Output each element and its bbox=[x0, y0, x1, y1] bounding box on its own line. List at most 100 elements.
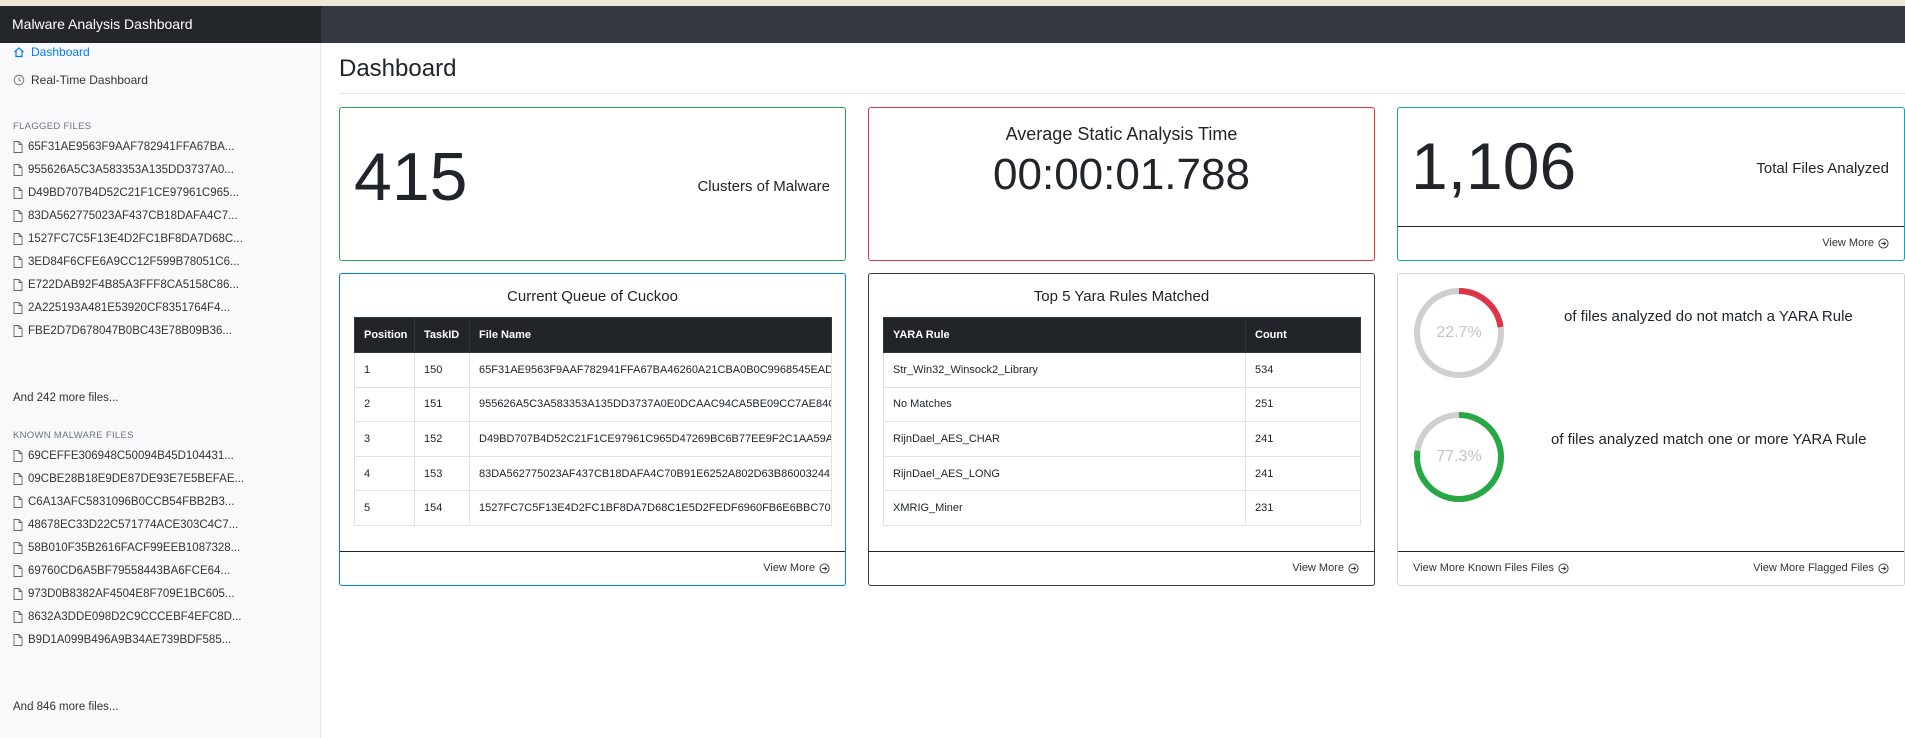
table-cell: 65F31AE9563F9AAF782941FFA67BA46260A21CBA… bbox=[469, 352, 832, 388]
file-icon bbox=[13, 588, 23, 600]
no-match-text: of files analyzed do not match a YARA Ru… bbox=[1564, 308, 1853, 325]
yara-header-row: YARA Rule Count bbox=[883, 317, 1361, 353]
match-text: of files analyzed match one or more YARA… bbox=[1551, 431, 1867, 448]
table-cell: 152 bbox=[414, 421, 470, 457]
table-cell: Str_Win32_Winsock2_Library bbox=[883, 352, 1246, 388]
avg-time-value: 00:00:01.788 bbox=[993, 150, 1250, 199]
yara-table: YARA Rule Count Str_Win32_Winsock2_Libra… bbox=[883, 317, 1361, 526]
cuckoo-queue-card: Current Queue of Cuckoo Position TaskID … bbox=[339, 273, 846, 586]
view-more-label: View More bbox=[763, 562, 815, 574]
column-header[interactable]: Position bbox=[354, 317, 415, 353]
file-name: 83DA562775023AF437CB18DAFA4C7... bbox=[28, 210, 238, 222]
column-header[interactable]: YARA Rule bbox=[883, 317, 1246, 353]
file-list-item[interactable]: E722DAB92F4B85A3FFF8CA5158C86... bbox=[13, 279, 239, 291]
arrow-circle-icon bbox=[819, 562, 830, 574]
page-title: Dashboard bbox=[339, 55, 457, 82]
table-row[interactable]: No Matches 251 bbox=[883, 386, 1361, 423]
table-cell: 2 bbox=[354, 386, 415, 423]
yara-view-more[interactable]: View More bbox=[1292, 562, 1359, 574]
flagged-more-link[interactable]: And 242 more files... bbox=[13, 392, 118, 404]
file-list-item[interactable]: 973D0B8382AF4504E8F709E1BC605... bbox=[13, 588, 235, 600]
file-icon bbox=[13, 519, 23, 531]
table-row[interactable]: 4 153 83DA562775023AF437CB18DAFA4C70B91E62… bbox=[354, 455, 832, 492]
no-match-percent: 22.7% bbox=[1436, 324, 1482, 341]
table-row[interactable]: 2 151 955626A5C3A583353A135DD3737A0E0DCAAC… bbox=[354, 386, 832, 423]
arrow-circle-icon bbox=[1878, 237, 1889, 249]
queue-view-more[interactable]: View More bbox=[763, 562, 830, 574]
clusters-label: Clusters of Malware bbox=[697, 178, 830, 195]
avg-time-card: Average Static Analysis Time 00:00:01.78… bbox=[868, 107, 1375, 261]
file-list-item[interactable]: 955626A5C3A583353A135DD3737A0... bbox=[13, 164, 234, 176]
file-name: 8632A3DDE098D2C9CCCEBF4EFC8D... bbox=[28, 611, 242, 623]
total-files-count: 1,106 bbox=[1411, 129, 1577, 203]
sidebar-item-label: Real-Time Dashboard bbox=[31, 73, 148, 87]
table-cell: 241 bbox=[1245, 421, 1361, 457]
file-name: C6A13AFC5831096B0CCB54FBB2B3... bbox=[28, 496, 235, 508]
table-cell: 151 bbox=[414, 386, 470, 423]
known-more-link[interactable]: And 846 more files... bbox=[13, 701, 118, 713]
queue-table: Position TaskID File Name 1 150 65F31AE956… bbox=[354, 317, 832, 526]
arrow-circle-icon bbox=[1348, 562, 1359, 574]
file-list-item[interactable]: 69CEFFE306948C50094B45D104431... bbox=[13, 450, 234, 462]
total-files-footer: View More bbox=[1398, 226, 1904, 260]
file-list-item[interactable]: 2A225193A481E53920CF8351764F4... bbox=[13, 302, 230, 314]
file-name: 2A225193A481E53920CF8351764F4... bbox=[28, 302, 231, 314]
table-cell: RijnDael_AES_CHAR bbox=[883, 421, 1246, 457]
file-list-item[interactable]: 69760CD6A5BF79558443BA6FCE64... bbox=[13, 565, 230, 577]
view-flagged-files-link[interactable]: View More Flagged Files bbox=[1753, 562, 1889, 574]
total-files-view-more[interactable]: View More bbox=[1822, 237, 1889, 249]
file-list-item[interactable]: 48678EC33D22C571774ACE303C4C7... bbox=[13, 519, 238, 531]
table-cell: 534 bbox=[1245, 352, 1361, 388]
file-name: FBE2D7D678047B0BC43E78B09B36... bbox=[28, 325, 232, 337]
table-cell: 154 bbox=[414, 490, 470, 526]
file-icon bbox=[13, 496, 23, 508]
sidebar-item-dashboard[interactable]: Dashboard bbox=[13, 45, 90, 59]
column-header[interactable]: TaskID bbox=[414, 317, 470, 353]
table-row[interactable]: 5 154 1527FC7C5F13E4D2FC1BF8DA7D68C1E5D2FE… bbox=[354, 490, 832, 526]
file-list-item[interactable]: C6A13AFC5831096B0CCB54FBB2B3... bbox=[13, 496, 234, 508]
file-list-item[interactable]: D49BD707B4D52C21F1CE97961C965... bbox=[13, 187, 239, 199]
table-row[interactable]: Str_Win32_Winsock2_Library 534 bbox=[883, 352, 1361, 388]
file-name: D49BD707B4D52C21F1CE97961C965... bbox=[28, 187, 239, 199]
table-cell: 955626A5C3A583353A135DD3737A0E0DCAAC94CA… bbox=[469, 386, 832, 423]
file-name: 3ED84F6CFE6A9CC12F599B78051C6... bbox=[28, 256, 240, 268]
file-name: 1527FC7C5F13E4D2FC1BF8DA7D68C... bbox=[28, 233, 243, 245]
file-list-item[interactable]: 65F31AE9563F9AAF782941FFA67BA... bbox=[13, 141, 235, 153]
table-cell: 4 bbox=[354, 455, 415, 492]
file-icon bbox=[13, 233, 23, 245]
sidebar-item-real-time-dashboard[interactable]: Real-Time Dashboard bbox=[13, 73, 148, 87]
table-row[interactable]: 3 152 D49BD707B4D52C21F1CE97961C965D47269B… bbox=[354, 421, 832, 457]
match-donut: 77.3% bbox=[1412, 410, 1506, 504]
top-navbar: Malware Analysis Dashboard bbox=[0, 6, 1905, 43]
file-icon bbox=[13, 325, 23, 337]
table-row[interactable]: XMRIG_Miner 231 bbox=[883, 490, 1361, 526]
file-list-item[interactable]: 8632A3DDE098D2C9CCCEBF4EFC8D... bbox=[13, 611, 241, 623]
table-cell: RijnDael_AES_LONG bbox=[883, 455, 1246, 492]
file-name: 955626A5C3A583353A135DD3737A0... bbox=[28, 164, 234, 176]
app-brand[interactable]: Malware Analysis Dashboard bbox=[0, 6, 321, 43]
file-list-item[interactable]: 09CBE28B18E9DE87DE93E7E5BEFAE... bbox=[13, 473, 244, 485]
column-header[interactable]: Count bbox=[1245, 317, 1361, 353]
file-list-item[interactable]: 58B010F35B2616FACF99EEB1087328... bbox=[13, 542, 240, 554]
view-known-files-link[interactable]: View More Known Files Files bbox=[1413, 562, 1569, 574]
file-name: E722DAB92F4B85A3FFF8CA5158C86... bbox=[28, 279, 239, 291]
table-cell: 1527FC7C5F13E4D2FC1BF8DA7D68C1E5D2FEDF69… bbox=[469, 490, 832, 526]
no-match-donut: 22.7% bbox=[1412, 286, 1506, 380]
file-icon bbox=[13, 542, 23, 554]
table-cell: 1 bbox=[354, 352, 415, 388]
file-list-item[interactable]: FBE2D7D678047B0BC43E78B09B36... bbox=[13, 325, 232, 337]
file-list-item[interactable]: 3ED84F6CFE6A9CC12F599B78051C6... bbox=[13, 256, 240, 268]
total-files-card: 1,106 Total Files Analyzed View More bbox=[1397, 107, 1905, 261]
queue-title: Current Queue of Cuckoo bbox=[507, 288, 678, 305]
table-cell: 5 bbox=[354, 490, 415, 526]
table-row[interactable]: RijnDael_AES_CHAR 241 bbox=[883, 421, 1361, 457]
flagged-files-heading: FLAGGED FILES bbox=[13, 121, 92, 132]
table-row[interactable]: 1 150 65F31AE9563F9AAF782941FFA67BA46260A2… bbox=[354, 352, 832, 388]
file-name: 69CEFFE306948C50094B45D104431... bbox=[28, 450, 234, 462]
file-list-item[interactable]: 1527FC7C5F13E4D2FC1BF8DA7D68C... bbox=[13, 233, 243, 245]
column-header[interactable]: File Name bbox=[469, 317, 832, 353]
file-icon bbox=[13, 279, 23, 291]
table-row[interactable]: RijnDael_AES_LONG 241 bbox=[883, 455, 1361, 492]
file-list-item[interactable]: 83DA562775023AF437CB18DAFA4C7... bbox=[13, 210, 238, 222]
file-list-item[interactable]: B9D1A099B496A9B34AE739BDF585... bbox=[13, 634, 231, 646]
